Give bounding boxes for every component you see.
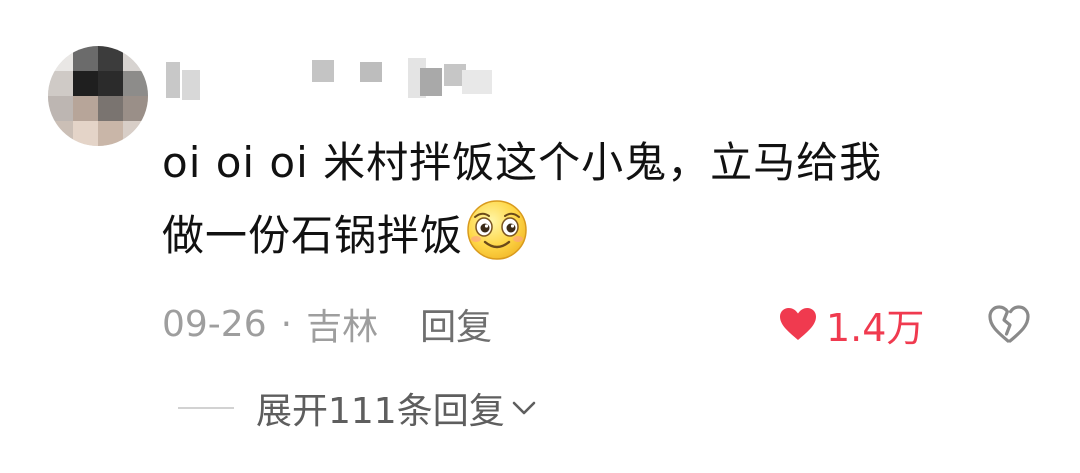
broken-heart-icon xyxy=(988,305,1030,343)
comment-text-line-2: 做一份石锅拌饭 xyxy=(162,198,1042,271)
heart-filled-icon xyxy=(780,308,816,340)
reply-button[interactable]: 回复 xyxy=(420,298,492,350)
like-button[interactable]: 1.4万 xyxy=(778,298,924,350)
comment-date: 09-26 xyxy=(162,303,267,345)
dislike-button[interactable] xyxy=(986,303,1030,345)
comment-text: oi oi oi 米村拌饭这个小鬼，立马给我 做一份石锅拌饭 xyxy=(162,128,1042,271)
chevron-down-icon xyxy=(512,401,536,415)
comment-text-line-1: oi oi oi 米村拌饭这个小鬼，立马给我 xyxy=(162,138,883,187)
smiling-face-emoji-icon xyxy=(467,200,527,260)
like-count: 1.4万 xyxy=(826,305,925,350)
expand-divider xyxy=(178,407,234,409)
comment-meta: 09-26 · 吉林 回复 xyxy=(162,296,492,352)
username-blurred[interactable] xyxy=(162,56,522,102)
comment-location: 吉林 xyxy=(306,307,379,348)
avatar[interactable] xyxy=(48,46,148,146)
comment-text-line-2-text: 做一份石锅拌饭 xyxy=(162,211,464,260)
expand-replies-label: 展开111条回复 xyxy=(256,391,505,432)
meta-separator: · xyxy=(280,303,293,345)
expand-replies-button[interactable]: 展开111条回复 xyxy=(178,382,539,434)
